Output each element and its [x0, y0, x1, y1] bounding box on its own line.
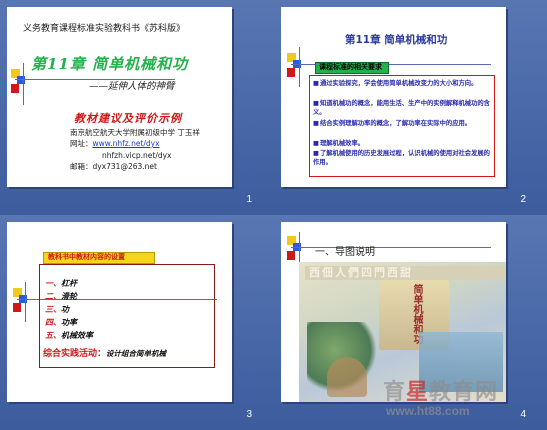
slide-number: 4: [520, 409, 526, 420]
item-text: 功: [61, 305, 69, 314]
website-line: 网址：www.nhfz.net/dyx: [70, 140, 160, 148]
website-label: 网址：: [70, 139, 93, 148]
content-label: 教科书中教材内容的设置: [48, 253, 125, 261]
chapter-title: 第11章 简单机械和功: [31, 55, 189, 73]
email-line: 邮箱：dyx731@263.net: [70, 162, 157, 171]
practice-activity: 综合实践活动：设计组合简单机械: [43, 350, 166, 359]
slide-number: 3: [246, 409, 252, 420]
author-line: 南京航空航天大学附属初级中学 丁玉祥: [70, 128, 200, 137]
section-heading: 一、导图说明: [315, 247, 375, 258]
item-prefix: 四、: [45, 318, 61, 327]
content-item: 三、功: [45, 306, 69, 314]
slide-1: 义务教育课程标准实验教科书《苏科版》 第11章 简单机械和功 ——延伸人体的神臂…: [7, 7, 232, 187]
slide-number: 2: [520, 194, 526, 205]
watermark-text: 教育网: [429, 380, 499, 405]
decor-vline: [299, 47, 300, 87]
figure-illustration: [327, 357, 367, 397]
item-text: 机械效率: [61, 331, 93, 340]
item-text: 滑轮: [61, 292, 77, 301]
watermark-logo: 育星教育网: [383, 374, 498, 406]
decor-red-square: [13, 303, 21, 312]
section-title: 教材建议及评价示例: [74, 112, 182, 125]
slide-thumbnail-3[interactable]: 教科书中教材内容的设置 一、杠杆 二、滑轮 三、功 四、功率 五、机械效率 综合…: [0, 215, 274, 430]
item-prefix: 一、: [45, 279, 61, 288]
practice-text: 设计组合简单机械: [106, 349, 167, 358]
chapter-subtitle: ——延伸人体的神臂: [89, 81, 175, 92]
requirement-item: 结合实例理解功率的概念，了解功率在实际中的应用。: [313, 119, 491, 128]
slide-number: 1: [246, 194, 252, 205]
content-item: 二、滑轮: [45, 293, 77, 301]
requirement-item: 了解机械使用的历史发展过程，认识机械的使用对社会发展的作用。: [313, 149, 491, 167]
requirement-item: 通过实验探究，学会使用简单机械改变力的大小和方向。: [313, 79, 491, 88]
content-item: 四、功率: [45, 319, 77, 327]
slide-thumbnail-1[interactable]: 义务教育课程标准实验教科书《苏科版》 第11章 简单机械和功 ——延伸人体的神臂…: [0, 0, 274, 215]
item-text: 杠杆: [61, 279, 77, 288]
content-item: 五、机械效率: [45, 332, 93, 340]
website-link[interactable]: www.nhfz.net/dyx: [93, 139, 160, 148]
requirements-label: 课程标准的相关要求: [319, 63, 382, 71]
item-text: 功率: [61, 318, 77, 327]
item-prefix: 二、: [45, 292, 61, 301]
decor-vline: [25, 282, 26, 322]
slide-2: 第11章 简单机械和功 课程标准的相关要求 通过实验探究，学会使用简单机械改变力…: [281, 7, 506, 187]
decor-red-square: [11, 84, 19, 93]
website-alt: nhfzh.vicp.net/dyx: [102, 151, 172, 160]
practice-label: 综合实践活动：: [43, 349, 107, 359]
requirement-item: 知道机械功的概念，能用生活、生产中的实例解释机械功的含义。: [313, 99, 491, 117]
requirement-item: 理解机械效率。: [313, 139, 491, 148]
watermark-url: www.ht88.com: [386, 404, 470, 418]
item-prefix: 五、: [45, 331, 61, 340]
textbook-header: 义务教育课程标准实验教科书《苏科版》: [23, 24, 186, 34]
decor-vline: [23, 63, 24, 105]
slide-thumbnail-2[interactable]: 第11章 简单机械和功 课程标准的相关要求 通过实验探究，学会使用简单机械改变力…: [274, 0, 547, 215]
item-prefix: 三、: [45, 305, 61, 314]
slide-3: 教科书中教材内容的设置 一、杠杆 二、滑轮 三、功 四、功率 五、机械效率 综合…: [7, 222, 232, 402]
watermark-char: 育: [383, 380, 407, 405]
content-item: 一、杠杆: [45, 280, 77, 288]
cover-banner: 西佃人們四門西甜: [305, 266, 505, 280]
decor-red-square: [287, 68, 295, 77]
decor-red-square: [287, 251, 295, 260]
decor-hline: [15, 79, 175, 80]
chapter-title: 第11章 简单机械和功: [345, 34, 448, 46]
watermark-char: 星: [406, 380, 430, 405]
